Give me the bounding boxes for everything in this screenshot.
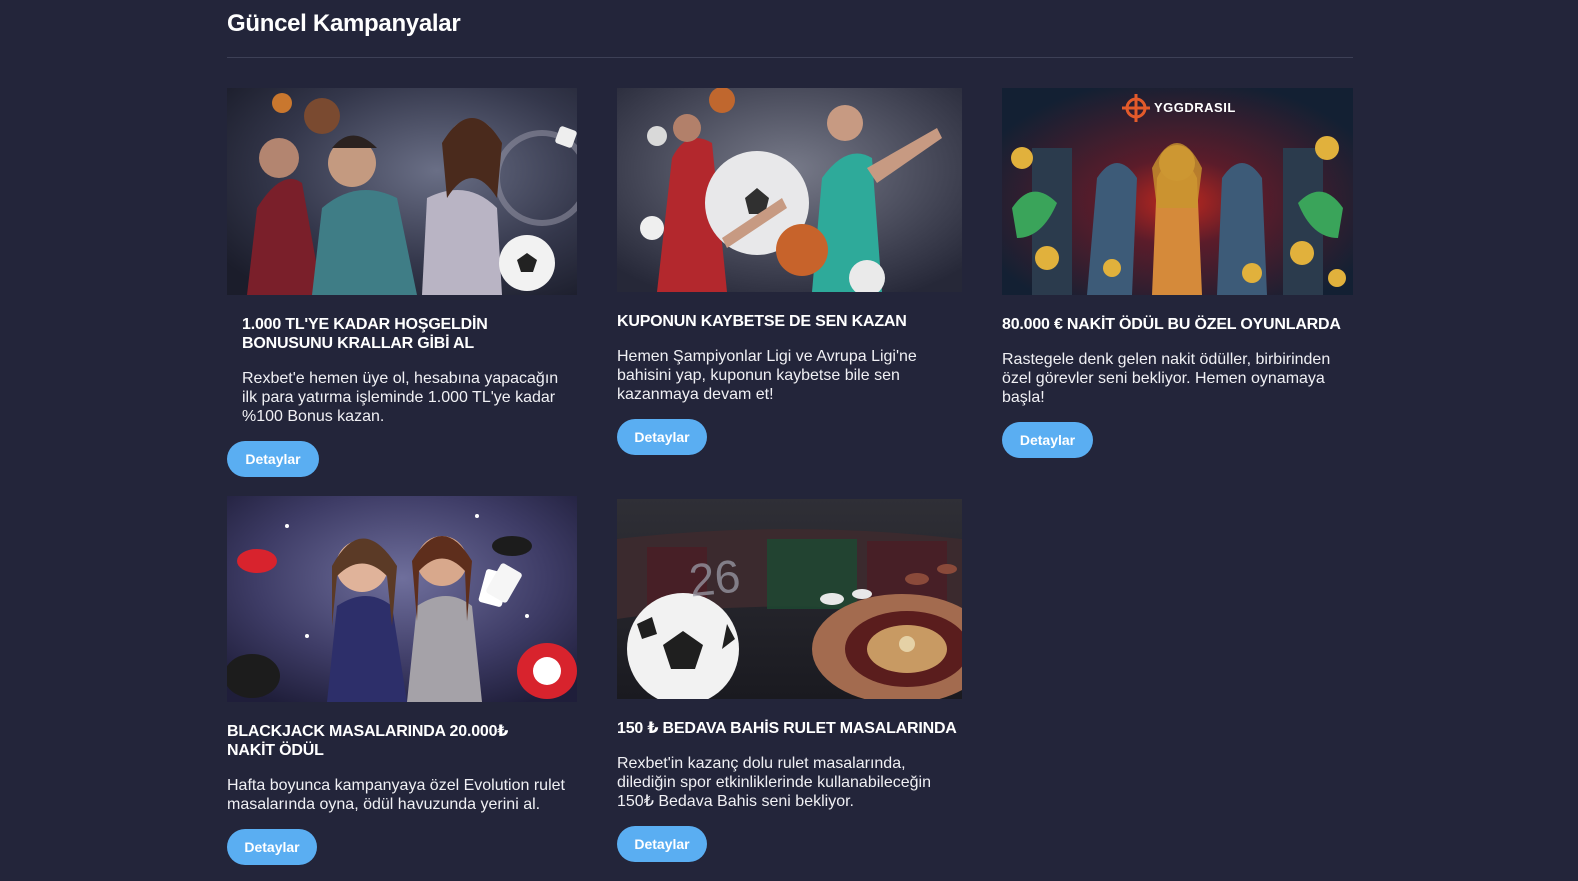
- campaign-image-yggdrasil[interactable]: YGGDRASIL: [1002, 88, 1353, 295]
- campaign-title-roulette: 150 ₺ BEDAVA BAHİS RULET MASALARINDA: [617, 720, 957, 737]
- blackjack-dealers-illustration: [227, 496, 577, 702]
- yggdrasil-egyptian-illustration: [1002, 88, 1353, 295]
- campaign-title-coupon: KUPONUN KAYBETSE DE SEN KAZAN: [617, 313, 907, 330]
- yggdrasil-logo-text: YGGDRASIL: [1154, 100, 1236, 115]
- roulette-football-illustration: [617, 499, 962, 699]
- campaign-image-welcome[interactable]: [227, 88, 577, 295]
- section-divider: [227, 57, 1353, 58]
- campaign-desc-roulette: Rexbet'in kazanç dolu rulet masalarında,…: [617, 755, 931, 810]
- campaigns-page: Güncel Kampanyalar 1.000 TL'YE KADAR HOŞ…: [0, 0, 1578, 881]
- sports-casino-illustration: [227, 88, 577, 295]
- campaign-card-yggdrasil: YGGDRASIL 80.000 € NAKİT ÖDÜL BU ÖZEL OY…: [1002, 88, 1353, 458]
- campaign-card-welcome: 1.000 TL'YE KADAR HOŞGELDİN BONUSUNU KRA…: [227, 88, 577, 477]
- campaign-title-yggdrasil: 80.000 € NAKİT ÖDÜL BU ÖZEL OYUNLARDA: [1002, 316, 1341, 333]
- details-button[interactable]: Detaylar: [227, 829, 317, 865]
- campaign-desc-blackjack: Hafta boyunca kampanyaya özel Evolution …: [227, 777, 565, 813]
- details-button[interactable]: Detaylar: [227, 441, 319, 477]
- campaign-card-coupon: KUPONUN KAYBETSE DE SEN KAZAN Hemen Şamp…: [617, 88, 962, 455]
- details-button[interactable]: Detaylar: [1002, 422, 1093, 458]
- campaign-desc-welcome: Rexbet'e hemen üye ol, hesabına yapacağı…: [242, 370, 559, 425]
- campaign-card-blackjack: BLACKJACK MASALARINDA 20.000₺ NAKİT ÖDÜL…: [227, 496, 577, 865]
- campaign-card-roulette: 26 150 ₺ BEDAVA BAHİS RULET MASALARINDA …: [617, 499, 962, 862]
- campaign-title-welcome: 1.000 TL'YE KADAR HOŞGELDİN BONUSUNU KRA…: [242, 316, 488, 352]
- campaign-title-blackjack: BLACKJACK MASALARINDA 20.000₺ NAKİT ÖDÜL: [227, 723, 509, 759]
- campaign-image-roulette[interactable]: 26: [617, 499, 962, 699]
- details-button[interactable]: Detaylar: [617, 826, 707, 862]
- details-button[interactable]: Detaylar: [617, 419, 707, 455]
- section-title: Güncel Kampanyalar: [227, 10, 461, 37]
- campaign-image-coupon[interactable]: [617, 88, 962, 292]
- campaign-desc-yggdrasil: Rastegele denk gelen nakit ödüller, birb…: [1002, 351, 1331, 406]
- campaign-desc-coupon: Hemen Şampiyonlar Ligi ve Avrupa Ligi'ne…: [617, 348, 917, 403]
- campaign-image-blackjack[interactable]: [227, 496, 577, 702]
- roulette-number-label: 26: [686, 549, 743, 607]
- sports-players-illustration: [617, 88, 962, 292]
